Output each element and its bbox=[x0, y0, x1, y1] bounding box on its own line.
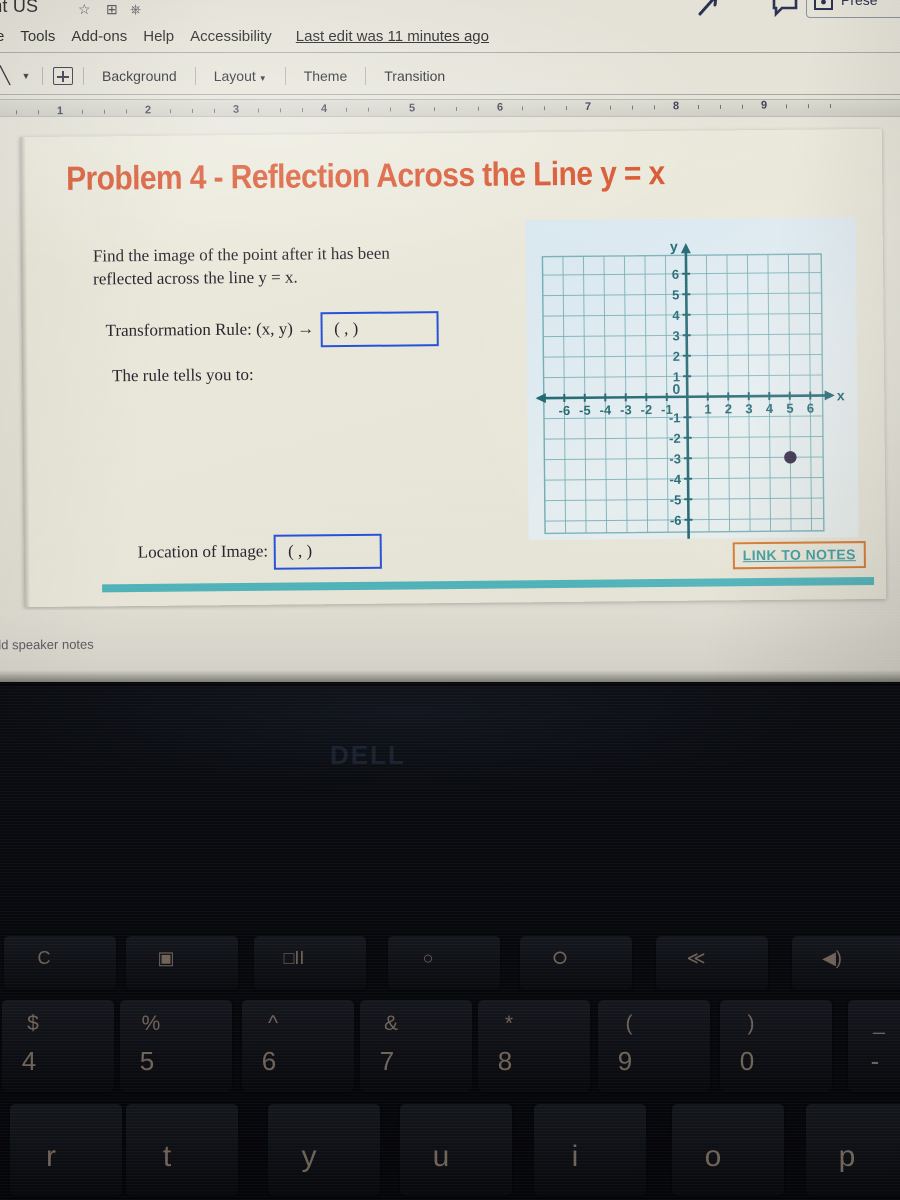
key-6[interactable]: 6 bbox=[246, 1046, 292, 1077]
location-of-image-row: Location of Image:( , ) bbox=[137, 533, 383, 572]
window-switch-key[interactable]: □II bbox=[258, 948, 330, 969]
refresh-key[interactable]: C bbox=[8, 948, 80, 969]
bezel-sheen bbox=[0, 682, 900, 822]
key-8[interactable]: 8 bbox=[482, 1046, 528, 1077]
key-r[interactable]: r bbox=[28, 1140, 74, 1174]
key-shift-7[interactable]: & bbox=[368, 1012, 414, 1036]
key-i[interactable]: i bbox=[552, 1140, 598, 1174]
link-to-notes-button[interactable]: LINK TO NOTES bbox=[732, 541, 866, 570]
volume-down-key[interactable]: ◀) bbox=[796, 948, 868, 969]
keyboard[interactable]: C ▣ □II ○ ⭘ ≪ ◀) $4% 5 ^ 6 & 7 * 8 (9) 0 _ - r t y u i o p bbox=[0, 0, 900, 1196]
speaker-notes-placeholder[interactable]: dd speaker notes bbox=[0, 637, 94, 653]
screen-bottom-shadow bbox=[0, 670, 900, 686]
key-o[interactable]: o bbox=[690, 1140, 736, 1174]
brightness-down-key[interactable]: ○ bbox=[392, 948, 464, 969]
location-of-image-label: Location of Image: bbox=[137, 541, 269, 562]
key-shift--[interactable]: _ bbox=[856, 1012, 900, 1036]
dell-logo: DELL bbox=[330, 740, 406, 770]
brightness-up-key[interactable]: ⭘ bbox=[524, 948, 596, 969]
key-shift-0[interactable]: ) bbox=[728, 1012, 774, 1036]
mute-key[interactable]: ≪ bbox=[660, 948, 732, 969]
key-p[interactable]: p bbox=[824, 1140, 870, 1174]
key--[interactable]: - bbox=[852, 1046, 898, 1077]
key-0[interactable]: 0 bbox=[724, 1046, 770, 1077]
key-u[interactable]: u bbox=[418, 1140, 464, 1174]
key-5[interactable]: 5 bbox=[124, 1046, 170, 1077]
key-shift-9[interactable]: ( bbox=[606, 1012, 652, 1036]
key-7[interactable]: 7 bbox=[364, 1046, 410, 1077]
key-9[interactable]: 9 bbox=[602, 1046, 648, 1077]
key-shift-8[interactable]: * bbox=[486, 1012, 532, 1036]
key-y[interactable]: y bbox=[286, 1140, 332, 1174]
slide-accent-bar bbox=[102, 576, 875, 593]
key-shift-5[interactable]: % bbox=[128, 1012, 174, 1036]
location-of-image-answer-box[interactable]: ( , ) bbox=[273, 533, 383, 571]
screenshot-root: ent US ☆ ⊞ ⎈ Prese e Tools Add-on bbox=[0, 0, 900, 1200]
key-t[interactable]: t bbox=[144, 1140, 190, 1174]
key-4[interactable]: 4 bbox=[6, 1046, 52, 1077]
key-shift-6[interactable]: ^ bbox=[250, 1012, 296, 1036]
full-screen-key[interactable]: ▣ bbox=[130, 948, 202, 969]
key-shift-4[interactable]: $ bbox=[10, 1012, 56, 1036]
